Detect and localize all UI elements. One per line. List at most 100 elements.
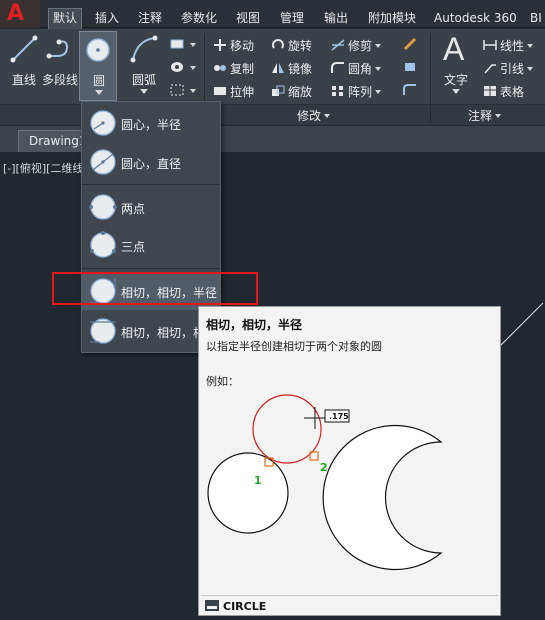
arc-button[interactable]: 圆弧: [122, 31, 166, 101]
menu-item-label: 圆心，半径: [121, 118, 182, 132]
circle-two-point-icon: [89, 194, 117, 220]
fillet-icon: [331, 62, 344, 73]
tooltip-example-figure: .175 1 2: [207, 394, 443, 571]
chevron-down-icon: [527, 67, 534, 71]
circle-icon: [86, 38, 110, 62]
modify-panel-title[interactable]: 修改: [297, 107, 331, 124]
command-tooltip: 相切，相切，半径 以指定半径创建相切于两个对象的圆 例如： .175 1 2 C…: [198, 306, 501, 616]
rotate-label: 旋转: [288, 39, 313, 53]
leader-icon: [484, 64, 496, 74]
copy-label: 复制: [230, 62, 255, 76]
explode-button[interactable]: [402, 60, 420, 80]
tab-bim[interactable]: BI: [526, 9, 545, 28]
boundary-button[interactable]: [169, 83, 196, 103]
tooltip-example-label: 例如：: [206, 375, 239, 388]
text-button[interactable]: A 文字: [434, 31, 478, 101]
menu-item-center-diameter[interactable]: 圆心，直径: [82, 143, 220, 181]
table-label: 表格: [500, 85, 525, 99]
chevron-down-icon: [375, 67, 382, 71]
example-tangent-circle: [252, 394, 322, 464]
point-label-1: 1: [254, 474, 262, 487]
chevron-down-icon: [452, 89, 460, 94]
mirror-button[interactable]: 镜像: [270, 60, 312, 80]
arc-label: 圆弧: [131, 73, 156, 87]
fillet-button[interactable]: 圆角: [330, 60, 382, 80]
menu-item-label: 相切，相切，相: [121, 326, 206, 340]
polyline-button[interactable]: 多段线: [38, 31, 82, 101]
trim-button[interactable]: 修剪: [330, 37, 382, 57]
linear-dimension-icon: [483, 40, 497, 50]
menu-item-label: 三点: [121, 240, 146, 254]
tooltip-footer-separator: [201, 595, 498, 596]
table-icon: [484, 86, 496, 96]
circle-three-point-icon: [90, 231, 116, 258]
chevron-down-icon: [190, 89, 196, 93]
tab-manage[interactable]: 管理: [276, 9, 308, 28]
tab-home[interactable]: 默认: [48, 8, 83, 29]
tab-parametric[interactable]: 参数化: [177, 9, 221, 28]
move-icon: [214, 39, 226, 51]
application-menu-button[interactable]: A: [0, 0, 40, 28]
tab-addins[interactable]: 附加模块: [364, 9, 420, 28]
offset-button[interactable]: [402, 83, 420, 103]
stretch-button[interactable]: 拉伸: [212, 83, 254, 103]
chevron-down-icon: [375, 44, 382, 48]
move-button[interactable]: 移动: [212, 37, 254, 57]
drawing-line: [499, 302, 544, 347]
circle-center-diameter-icon: [90, 149, 116, 175]
copy-icon: [214, 65, 226, 71]
point-label-2: 2: [320, 461, 328, 474]
hatch-button[interactable]: [169, 60, 196, 80]
arc-icon: [130, 35, 158, 63]
array-button[interactable]: 阵列: [330, 83, 382, 103]
offset-icon: [403, 84, 416, 95]
menu-item-center-radius[interactable]: 圆心，半径: [82, 104, 220, 142]
stretch-icon: [214, 87, 226, 95]
menu-item-two-point[interactable]: 两点: [82, 188, 220, 226]
radius-value: .175: [329, 412, 349, 421]
scale-button[interactable]: 缩放: [270, 83, 312, 103]
rectangle-button[interactable]: [169, 37, 196, 57]
linear-dimension-button[interactable]: 线性: [482, 37, 534, 57]
tooltip-command-name: CIRCLE: [223, 600, 267, 613]
leader-label: 引线: [500, 62, 525, 76]
text-icon: A: [443, 31, 465, 67]
rotate-button[interactable]: 旋转: [270, 37, 312, 57]
file-tab-drawing1[interactable]: Drawing1: [18, 130, 88, 152]
circle-button[interactable]: 圆: [79, 31, 117, 101]
line-icon: [10, 35, 38, 63]
tooltip-title: 相切，相切，半径: [206, 318, 303, 332]
array-icon: [332, 86, 343, 96]
annotation-panel-title[interactable]: 注释: [468, 107, 502, 124]
tab-autodesk-360[interactable]: Autodesk 360: [430, 9, 521, 28]
leader-button[interactable]: 引线: [482, 60, 534, 80]
circle-tan-tan-tan-icon: [90, 318, 116, 344]
fillet-label: 圆角: [348, 62, 373, 76]
viewport-controls[interactable]: [-][俯视][二维线: [3, 160, 83, 176]
tooltip-description: 以指定半径创建相切于两个对象的圆: [206, 340, 382, 353]
stretch-label: 拉伸: [230, 85, 255, 99]
mirror-icon: [272, 63, 284, 73]
polyline-icon: [46, 39, 69, 59]
boundary-icon: [170, 84, 184, 96]
tab-insert[interactable]: 插入: [91, 9, 123, 28]
hatch-icon: [171, 62, 183, 72]
table-button[interactable]: 表格: [482, 83, 524, 103]
autocad-logo-icon: A: [7, 1, 25, 26]
rectangle-icon: [170, 39, 184, 49]
linear-label: 线性: [500, 39, 525, 53]
tab-view[interactable]: 视图: [232, 9, 264, 28]
chevron-down-icon: [375, 90, 382, 94]
chevron-down-icon: [190, 66, 196, 70]
trim-icon: [331, 39, 345, 51]
chevron-down-icon: [190, 43, 196, 47]
tab-output[interactable]: 输出: [320, 9, 352, 28]
menu-item-three-point[interactable]: 三点: [82, 226, 220, 264]
chevron-down-icon: [95, 90, 103, 95]
menu-item-label: 圆心，直径: [121, 157, 182, 171]
erase-button[interactable]: [402, 37, 420, 57]
scale-icon: [272, 85, 285, 96]
copy-button[interactable]: 复制: [212, 60, 254, 80]
example-small-circle: [207, 452, 289, 534]
tab-annotate[interactable]: 注释: [134, 9, 166, 28]
